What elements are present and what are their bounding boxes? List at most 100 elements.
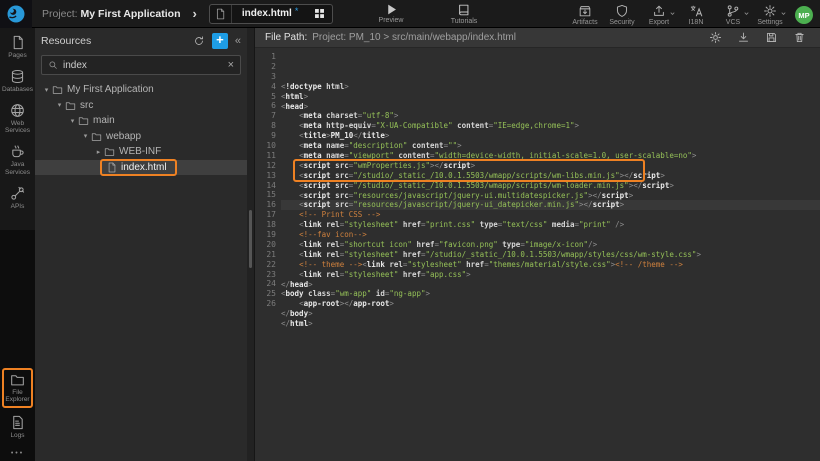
scrollbar-thumb[interactable] xyxy=(249,210,252,268)
tree-item-label: My First Application xyxy=(67,84,154,95)
tree-item-label: main xyxy=(93,115,115,126)
pages-icon xyxy=(10,35,25,50)
sidebar-item-pages[interactable]: Pages xyxy=(0,35,35,60)
download-file-button[interactable] xyxy=(737,31,750,44)
code-line xyxy=(281,329,820,339)
code-line: </head> xyxy=(281,280,820,290)
export-button[interactable]: Export xyxy=(643,1,675,26)
editor-settings-button[interactable] xyxy=(709,31,722,44)
sidebar-item-label: Java Services xyxy=(0,161,35,177)
sidebar-item-label: Databases xyxy=(2,86,33,94)
folder-icon xyxy=(65,100,76,111)
tree-down-arrow-icon[interactable]: ▾ xyxy=(54,101,65,109)
sidebar-item-label: Logs xyxy=(10,432,24,440)
code-line: <script src="wmProperties.js"></script> xyxy=(281,161,820,171)
vcs-button[interactable]: VCS xyxy=(717,1,749,26)
security-label: Security xyxy=(609,19,634,26)
tab-filename: index.html xyxy=(232,8,293,19)
code-line: </html> xyxy=(281,319,820,329)
delete-file-button[interactable] xyxy=(793,31,806,44)
sidebar-item-apis[interactable]: APIs xyxy=(0,186,35,211)
tree-item-src[interactable]: ▾ src xyxy=(35,98,247,114)
tutorials-button[interactable]: Tutorials xyxy=(437,3,491,25)
code-line: <link rel="stylesheet" href="print.css" … xyxy=(281,220,820,230)
file-path-value: Project: PM_10 > src/main/webapp/index.h… xyxy=(312,32,516,43)
i18n-button[interactable]: I18N xyxy=(680,1,712,26)
file-icon xyxy=(210,5,232,23)
tree-right-arrow-icon[interactable]: ▸ xyxy=(93,148,104,156)
code-line: <meta http-equiv="X-UA-Compatible" conte… xyxy=(281,121,820,131)
search-icon xyxy=(48,60,58,70)
resources-header: Resources + « xyxy=(35,28,247,54)
code-editor: File Path: Project: PM_10 > src/main/web… xyxy=(255,28,820,461)
topbar-actions: Artifacts Security Export I18N VCS Settings M… xyxy=(569,1,820,26)
wavemaker-logo-icon xyxy=(6,4,26,24)
code-line: <meta charset="utf-8"> xyxy=(281,111,820,121)
avatar[interactable]: MP xyxy=(795,6,813,24)
more-options-icon[interactable]: ••• xyxy=(0,450,35,461)
file-tree: ▾My First Application▾src▾main▾webapp▸WE… xyxy=(35,82,247,461)
code-line: </body> xyxy=(281,309,820,319)
tree-down-arrow-icon[interactable]: ▾ xyxy=(80,132,91,140)
sidebar-item-label: File Explorer xyxy=(4,389,31,405)
resources-panel: Resources + « × ▾My First Application▾sr… xyxy=(35,28,247,461)
tree-item-label: src xyxy=(80,100,93,111)
settings-button[interactable]: Settings xyxy=(754,1,786,26)
resource-search-box: × xyxy=(41,55,241,75)
export-label: Export xyxy=(649,19,669,26)
grid-icon[interactable] xyxy=(306,5,332,23)
collapse-panel-icon[interactable]: « xyxy=(235,35,241,47)
tree-item-main[interactable]: ▾ main xyxy=(35,113,247,129)
chevron-down-icon xyxy=(669,10,676,17)
security-button[interactable]: Security xyxy=(606,1,638,26)
i18n-icon xyxy=(689,4,703,18)
folder-icon xyxy=(91,131,102,142)
book-icon xyxy=(457,3,471,17)
add-resource-button[interactable]: + xyxy=(212,33,228,49)
code-line: <link rel="shortcut icon" href="favicon.… xyxy=(281,240,820,250)
search-input[interactable] xyxy=(63,60,223,71)
preview-button[interactable]: Preview xyxy=(364,3,418,24)
sidebar-item-file-explorer[interactable]: File Explorer xyxy=(2,368,33,409)
sidebar-item-logs[interactable]: Logs xyxy=(0,415,35,440)
wavemaker-logo[interactable] xyxy=(0,0,32,28)
line-numbers: 1234567891011121314151617181920212223242… xyxy=(255,52,281,461)
code-line: <!--fav icon--> xyxy=(281,230,820,240)
folder-icon xyxy=(10,372,25,387)
project-label: Project: xyxy=(42,8,78,20)
code-lines: <!doctype html><html><head> <meta charse… xyxy=(281,52,820,461)
folder-icon xyxy=(104,146,115,157)
code-line: <title>PM_10</title> xyxy=(281,131,820,141)
logs-icon xyxy=(10,415,25,430)
save-file-button[interactable] xyxy=(765,31,778,44)
preview-label: Preview xyxy=(379,17,404,24)
sidebar-item-web-services[interactable]: Web Services xyxy=(0,103,35,136)
tree-item-my-first-application[interactable]: ▾ My First Application xyxy=(35,82,247,98)
artifacts-button[interactable]: Artifacts xyxy=(569,1,601,26)
code-line: <script src="resources/javascript/jquery… xyxy=(281,191,820,201)
panel-splitter[interactable] xyxy=(247,28,255,461)
project-name: My First Application xyxy=(81,8,181,20)
open-file-tab[interactable]: index.html * xyxy=(209,4,334,24)
tree-item-web-inf[interactable]: ▸WEB-INF xyxy=(35,144,247,160)
refresh-icon[interactable] xyxy=(193,35,205,47)
tree-item-index-html[interactable]: index.html xyxy=(35,160,247,176)
clear-search-icon[interactable]: × xyxy=(228,59,234,71)
settings-label: Settings xyxy=(757,19,782,26)
sidebar-item-java-services[interactable]: Java Services xyxy=(0,144,35,177)
left-rail: Pages Databases Web Services Java Services A… xyxy=(0,28,35,461)
java-icon xyxy=(10,144,25,159)
code-line: <link rel="stylesheet" href="/studio/_st… xyxy=(281,250,820,260)
tree-item-webapp[interactable]: ▾ webapp xyxy=(35,129,247,145)
apis-icon xyxy=(10,186,25,201)
sidebar-item-databases[interactable]: Databases xyxy=(0,69,35,94)
tree-item-label: index.html xyxy=(121,162,167,173)
i18n-label: I18N xyxy=(689,19,704,26)
code-area[interactable]: 1234567891011121314151617181920212223242… xyxy=(255,48,820,461)
tree-item-label: webapp xyxy=(106,131,141,142)
code-line: <app-root></app-root> xyxy=(281,299,820,309)
sidebar-item-label: APIs xyxy=(11,203,25,211)
artifacts-icon xyxy=(578,4,592,18)
tree-down-arrow-icon[interactable]: ▾ xyxy=(67,117,78,125)
tree-down-arrow-icon[interactable]: ▾ xyxy=(41,86,52,94)
